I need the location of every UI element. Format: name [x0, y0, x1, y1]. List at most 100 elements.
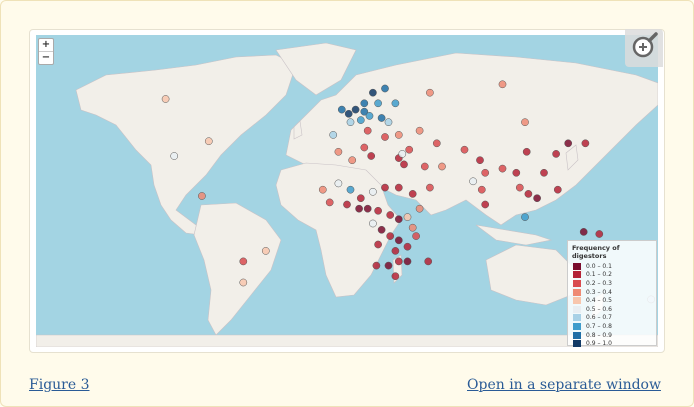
site-marker[interactable] — [356, 194, 365, 203]
site-marker[interactable] — [374, 99, 382, 108]
site-marker[interactable] — [334, 179, 343, 188]
site-marker[interactable] — [360, 143, 369, 152]
site-marker[interactable] — [381, 84, 389, 93]
site-marker[interactable] — [426, 183, 434, 192]
site-marker[interactable] — [346, 185, 355, 194]
site-marker[interactable] — [348, 156, 357, 165]
legend-item: 0.6 – 0.7 — [573, 314, 656, 323]
site-marker[interactable] — [369, 88, 377, 97]
site-marker[interactable] — [367, 152, 376, 160]
site-marker[interactable] — [515, 183, 524, 192]
site-marker[interactable] — [384, 118, 393, 127]
site-marker[interactable] — [408, 223, 417, 232]
site-marker[interactable] — [553, 185, 562, 194]
site-marker[interactable] — [476, 156, 484, 165]
site-marker[interactable] — [377, 114, 386, 122]
site-marker[interactable] — [394, 131, 403, 139]
site-marker[interactable] — [394, 215, 403, 224]
expand-figure-button[interactable] — [625, 29, 663, 67]
site-marker[interactable] — [204, 137, 213, 146]
site-marker[interactable] — [408, 190, 417, 198]
site-marker[interactable] — [343, 200, 351, 209]
world-map[interactable] — [36, 35, 658, 347]
site-marker[interactable] — [355, 204, 363, 213]
site-marker[interactable] — [522, 147, 531, 156]
open-window-link[interactable]: Open in a separate window — [467, 377, 661, 393]
zoom-in-button[interactable]: + — [39, 39, 53, 51]
site-marker[interactable] — [438, 162, 446, 171]
site-marker[interactable] — [424, 257, 433, 266]
site-marker[interactable] — [391, 272, 400, 281]
zoom-control: + − — [38, 38, 54, 65]
site-marker[interactable] — [498, 80, 507, 89]
site-marker[interactable] — [391, 247, 400, 255]
site-marker[interactable] — [374, 206, 382, 215]
site-marker[interactable] — [524, 190, 533, 198]
site-marker[interactable] — [372, 261, 381, 270]
site-marker[interactable] — [239, 257, 248, 266]
site-marker[interactable] — [581, 139, 590, 148]
site-marker[interactable] — [415, 126, 424, 135]
site-marker[interactable] — [394, 183, 403, 192]
site-marker[interactable] — [363, 204, 372, 213]
site-marker[interactable] — [403, 242, 412, 251]
site-marker[interactable] — [386, 211, 395, 219]
site-marker[interactable] — [521, 118, 529, 127]
site-marker[interactable] — [595, 230, 604, 238]
site-marker[interactable] — [394, 236, 403, 245]
site-marker[interactable] — [377, 225, 386, 234]
zoom-out-button[interactable]: − — [39, 51, 53, 64]
site-marker[interactable] — [365, 112, 374, 120]
site-marker[interactable] — [477, 185, 486, 194]
site-marker[interactable] — [346, 118, 355, 127]
site-marker[interactable] — [400, 160, 408, 169]
legend-label: 0.8 – 0.9 — [586, 331, 612, 339]
site-marker[interactable] — [360, 99, 369, 108]
site-marker[interactable] — [337, 105, 346, 114]
site-marker[interactable] — [412, 232, 420, 240]
site-marker[interactable] — [325, 198, 334, 207]
site-marker[interactable] — [415, 204, 424, 213]
site-marker[interactable] — [552, 150, 560, 158]
site-marker[interactable] — [318, 185, 327, 194]
site-marker[interactable] — [403, 213, 412, 221]
site-marker[interactable] — [261, 247, 270, 255]
site-marker[interactable] — [533, 194, 541, 203]
site-marker[interactable] — [426, 88, 434, 97]
site-marker[interactable] — [170, 152, 179, 160]
site-marker[interactable] — [481, 168, 490, 177]
site-marker[interactable] — [432, 139, 441, 148]
site-marker[interactable] — [239, 278, 248, 287]
site-marker[interactable] — [498, 164, 507, 173]
site-marker[interactable] — [334, 147, 343, 156]
site-marker[interactable] — [579, 228, 588, 236]
site-marker[interactable] — [351, 105, 360, 114]
site-marker[interactable] — [386, 232, 395, 240]
site-marker[interactable] — [540, 168, 548, 177]
site-marker[interactable] — [356, 116, 365, 124]
site-marker[interactable] — [161, 95, 170, 103]
site-marker[interactable] — [481, 200, 490, 209]
site-marker[interactable] — [512, 168, 521, 177]
site-marker[interactable] — [391, 99, 400, 108]
site-marker[interactable] — [329, 131, 338, 139]
site-marker[interactable] — [374, 240, 382, 249]
site-marker[interactable] — [344, 109, 353, 118]
site-marker[interactable] — [384, 261, 393, 270]
site-marker[interactable] — [403, 257, 412, 266]
site-marker[interactable] — [405, 145, 414, 154]
site-marker[interactable] — [381, 133, 389, 141]
site-marker[interactable] — [394, 257, 403, 266]
figure-link[interactable]: Figure 3 — [29, 377, 90, 393]
site-marker[interactable] — [369, 219, 377, 228]
site-marker[interactable] — [460, 145, 469, 154]
site-marker[interactable] — [198, 192, 206, 200]
site-marker[interactable] — [521, 213, 529, 221]
site-marker[interactable] — [363, 126, 372, 135]
site-marker[interactable] — [369, 187, 377, 196]
site-marker[interactable] — [469, 177, 477, 186]
site-marker[interactable] — [381, 183, 389, 192]
site-marker[interactable] — [420, 162, 429, 171]
site-marker[interactable] — [564, 139, 573, 148]
site-marker[interactable] — [398, 150, 407, 158]
